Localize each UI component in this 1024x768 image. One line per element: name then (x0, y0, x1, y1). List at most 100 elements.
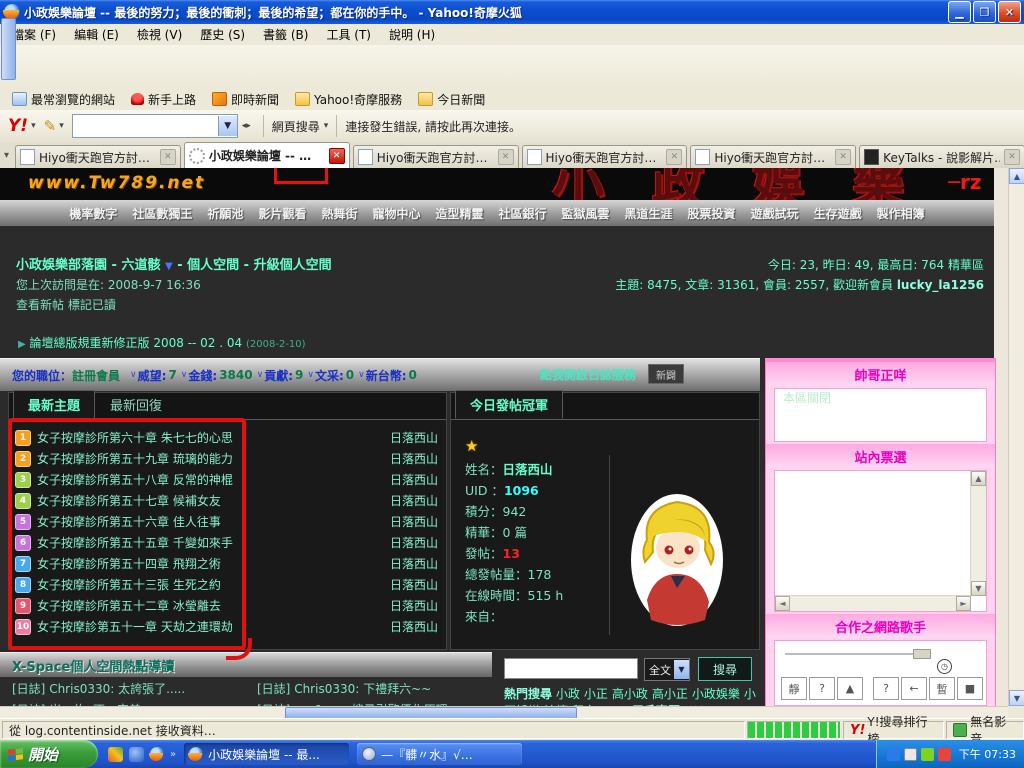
tab-close-icon[interactable]: ✕ (835, 149, 851, 165)
tab-list-dropdown-icon[interactable]: ▾ (4, 150, 9, 161)
tab-close-icon[interactable]: ✕ (666, 149, 682, 165)
vertical-scrollbar[interactable]: ▲ ▼ (1008, 168, 1024, 706)
new-member-link[interactable]: lucky_la1256 (897, 278, 984, 292)
menu-item[interactable]: 檢視 (V) (129, 24, 190, 45)
forum-nav-item[interactable]: 股票投資 (688, 205, 736, 222)
player-button[interactable]: ? (873, 677, 899, 700)
bookmark-item[interactable]: Yahoo!奇摩服務 (289, 90, 408, 109)
forum-nav-item[interactable]: 社區銀行 (499, 205, 547, 222)
forum-nav-item[interactable]: 製作相簿 (877, 205, 925, 222)
toolbar-status-text[interactable]: 連接發生錯誤, 請按此再次連接。 (345, 118, 521, 135)
topic-author-link[interactable]: 日落西山 (390, 597, 438, 614)
site-search-input[interactable] (504, 658, 638, 679)
vote-vertical-scrollbar[interactable]: ▲ ▼ (970, 471, 986, 596)
forum-nav-item[interactable]: 寵物中心 (372, 205, 420, 222)
site-search-button[interactable]: 搜尋 (698, 657, 752, 681)
task-button-forum[interactable]: 小政娛樂論壇 -- 最... (184, 743, 349, 765)
forum-nav-item[interactable]: 生存遊戲 (814, 205, 862, 222)
task-button-messenger[interactable]: —『髒〃水』√… (357, 743, 522, 765)
diary-service-link[interactable]: 點我開啟日誌服務 (540, 366, 636, 383)
web-search-button[interactable]: 網頁搜尋 (272, 118, 320, 135)
tab-close-icon[interactable]: ✕ (329, 148, 345, 164)
scroll-left-icon[interactable]: ◄ (775, 596, 790, 611)
browser-tab[interactable]: Hiyo衝天跑官方討… ✕ (522, 145, 688, 168)
player-button[interactable]: 靜 (781, 677, 807, 700)
wretch-video-statusbar-item[interactable]: 無名影音 (946, 721, 1024, 739)
forum-nav-item[interactable]: 黑道生涯 (625, 205, 673, 222)
tab-close-icon[interactable]: ✕ (160, 149, 176, 165)
topic-author-link[interactable]: 日落西山 (390, 429, 438, 446)
maximize-button[interactable]: ❐ (973, 1, 996, 23)
player-slider-knob[interactable] (913, 649, 931, 659)
diary-entry-link[interactable]: [日誌] Chris0330: 下禮拜六~~ (245, 680, 490, 697)
browser-tab[interactable]: KeyTalks - 說影解片… ✕ (859, 145, 1024, 168)
combobox-dropdown-icon[interactable]: ▼ (218, 116, 237, 136)
topic-author-link[interactable]: 日落西山 (390, 471, 438, 488)
forum-nav-item[interactable]: 祈願池 (207, 205, 243, 222)
tab-today-champion[interactable]: 今日發帖冠軍 (455, 390, 563, 419)
scroll-down-icon[interactable]: ▼ (971, 581, 986, 596)
player-button[interactable]: ▲ (837, 677, 863, 700)
topic-author-link[interactable]: 日落西山 (390, 555, 438, 572)
quick-launch-firefox-icon[interactable] (150, 747, 164, 761)
tab-latest-replies[interactable]: 最新回復 (95, 390, 177, 419)
vertical-scroll-thumb[interactable] (1, 18, 16, 80)
menu-item[interactable]: 書籤 (B) (255, 24, 316, 45)
search-scope-select[interactable]: 全文▼ (644, 658, 690, 681)
topic-author-link[interactable]: 日落西山 (390, 534, 438, 551)
menu-item[interactable]: 說明 (H) (381, 24, 443, 45)
topic-author-link[interactable]: 日落西山 (390, 513, 438, 530)
player-slider[interactable] (785, 653, 915, 655)
topic-author-link[interactable]: 日落西山 (390, 450, 438, 467)
topic-author-link[interactable]: 日落西山 (390, 492, 438, 509)
forum-nav-item[interactable]: 熱舞街 (321, 205, 357, 222)
browser-tab[interactable]: Hiyo衝天跑官方討… ✕ (15, 145, 181, 168)
menu-item[interactable]: 編輯 (E) (66, 24, 127, 45)
tab-close-icon[interactable]: ✕ (498, 149, 514, 165)
quick-launch-overflow-icon[interactable]: » (170, 749, 176, 760)
quick-launch-icon-1[interactable] (108, 747, 123, 762)
scroll-up-icon[interactable]: ▲ (971, 471, 986, 486)
announcement-link[interactable]: ▶ 論壇總版規重新修正版 2008 -- 02 . 04 (2008-2-10) (18, 334, 306, 351)
bookmark-item[interactable]: 最常瀏覽的網站 (6, 90, 121, 109)
bookmark-item[interactable]: 今日新聞 (412, 90, 491, 109)
tray-icon-3[interactable] (938, 748, 951, 761)
tab-latest-topics[interactable]: 最新主題 (13, 390, 95, 419)
keyword-link[interactable]: 高小正 (652, 687, 688, 701)
keyword-link[interactable]: 小正 (584, 687, 608, 701)
forum-nav-item[interactable]: 社區數獨王 (132, 205, 192, 222)
player-button[interactable]: ■ (957, 677, 983, 700)
tray-ime-icon[interactable] (904, 748, 917, 761)
browser-tab[interactable]: Hiyo衝天跑官方討… ✕ (353, 145, 519, 168)
menu-item[interactable]: 工具 (T) (318, 24, 379, 45)
diary-badge[interactable]: 新闢 (648, 364, 684, 384)
yahoo-dropdown-icon[interactable]: ▾ (31, 121, 36, 131)
forum-nav-item[interactable]: 影片觀看 (258, 205, 306, 222)
browser-tab[interactable]: Hiyo衝天跑官方討… ✕ (690, 145, 856, 168)
select-dropdown-icon[interactable]: ▼ (674, 660, 689, 679)
start-button[interactable]: 開始 (0, 740, 98, 768)
forum-nav-item[interactable]: 遊戲試玩 (751, 205, 799, 222)
breadcrumb-dropdown-icon[interactable]: ▼ (165, 261, 173, 272)
keyword-link[interactable]: 高小政 (612, 687, 648, 701)
quick-launch-icon-2[interactable] (129, 747, 144, 762)
toolbar-splitter[interactable]: ◂▸ (242, 121, 251, 131)
minimize-button[interactable]: ▁ (948, 1, 971, 23)
web-search-dropdown-icon[interactable]: ▾ (324, 121, 329, 131)
keyword-link[interactable]: 小政 (556, 687, 580, 701)
yahoo-search-combobox[interactable]: ▼ (72, 114, 238, 138)
tab-close-icon[interactable]: ✕ (1004, 149, 1020, 165)
browser-tab[interactable]: 小政娛樂論壇 -- … ✕ (184, 142, 350, 168)
forum-nav-item[interactable]: 監獄風雲 (562, 205, 610, 222)
player-button[interactable]: ← (901, 677, 927, 700)
yahoo-logo-icon[interactable]: Y! (8, 116, 28, 136)
scrollbar-down-icon[interactable]: ▼ (1009, 690, 1024, 706)
pencil-dropdown-icon[interactable]: ▾ (59, 121, 64, 131)
vote-horizontal-scrollbar[interactable]: ◄ ► (775, 595, 971, 611)
topic-author-link[interactable]: 日落西山 (390, 618, 438, 635)
player-button[interactable]: ? (809, 677, 835, 700)
keyword-link[interactable]: 小政娛樂 (692, 687, 740, 701)
bookmark-item[interactable]: 新手上路 (125, 90, 202, 109)
breadcrumb[interactable]: 小政娛樂部落園 - 六道骸 ▼ - 個人空間 - 升級個人空間 (16, 254, 332, 273)
diary-entry-link[interactable]: [日誌] Chris0330: 太誇張了..... (0, 680, 245, 697)
